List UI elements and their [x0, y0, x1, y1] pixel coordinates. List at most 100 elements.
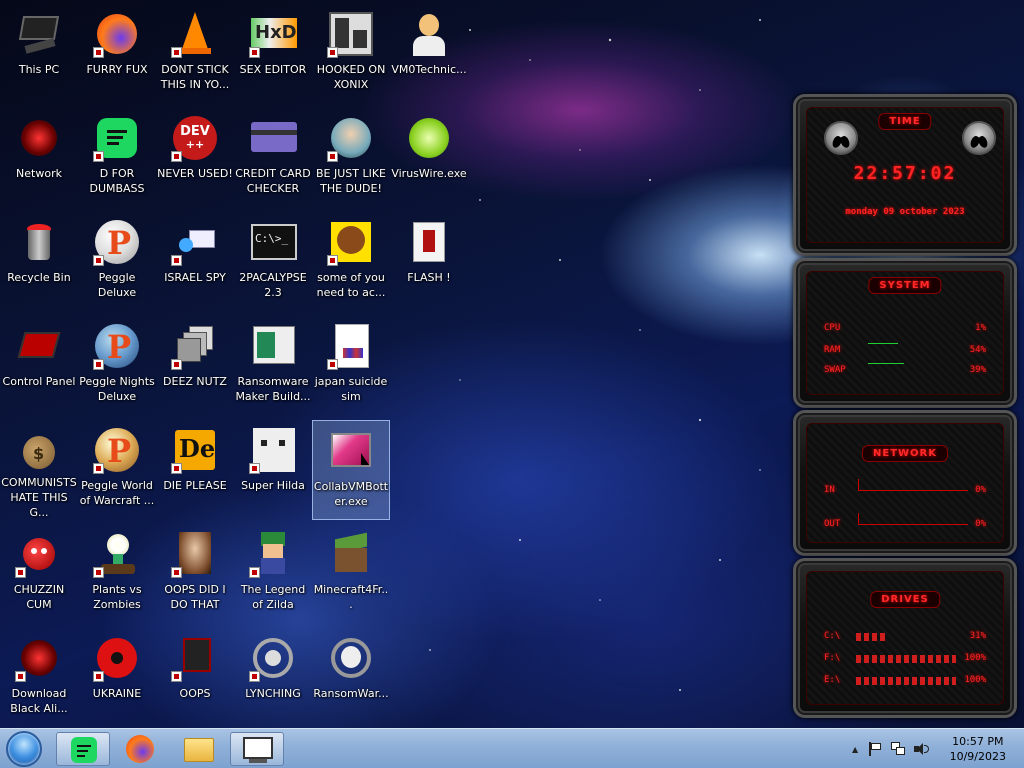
desktop-icon-peggle-wow[interactable]: P Peggle World of Warcraft ...	[78, 420, 156, 520]
cpu-label: CPU	[824, 323, 841, 333]
desktop-icon-oops-did-i[interactable]: OOPS DID I DO THAT	[156, 524, 234, 624]
xonix-icon	[327, 10, 375, 58]
desktop-icon-furry-fux[interactable]: FURRY FUX	[78, 4, 156, 104]
taskbar-spotify-button[interactable]	[56, 732, 110, 766]
icon-label: Plants vs Zombies	[92, 583, 142, 611]
network-tray-icon[interactable]	[890, 742, 906, 756]
desktop-icon-hooked-on-xonix[interactable]: HOOKED ON XONIX	[312, 4, 390, 104]
network-out-value: 0%	[975, 519, 986, 529]
icon-label: This PC	[18, 63, 60, 76]
icon-label: Recycle Bin	[7, 271, 71, 284]
icon-label: Peggle Deluxe	[97, 271, 137, 299]
taskbar-remote-app-button[interactable]	[230, 732, 284, 766]
icon-label: Minecraft4Fr...	[313, 583, 389, 611]
icon-label: D FOR DUMBASS	[89, 167, 145, 195]
desktop-icon-oops[interactable]: OOPS	[156, 628, 234, 728]
desktop-icon-network[interactable]: Network	[0, 108, 78, 208]
radiation-icon	[93, 634, 141, 682]
volume-icon[interactable]	[914, 742, 930, 756]
icon-label: VM0Technic...	[391, 63, 467, 76]
de-badge-text: De	[179, 434, 216, 463]
desktop-icon-deez-nutz[interactable]: DEEZ NUTZ	[156, 316, 234, 416]
icon-label: Ransomware Maker Build...	[235, 375, 311, 403]
drive-c-value: 31%	[969, 631, 986, 641]
desktop-icon-super-hilda[interactable]: Super Hilda	[234, 420, 312, 520]
grass-block-icon	[327, 530, 375, 578]
dog-icon	[327, 218, 375, 266]
desktop-icon-sex-editor[interactable]: HxD SEX EDITOR	[234, 4, 312, 104]
desktop-icon-chuzzin[interactable]: CHUZZIN CUM	[0, 524, 78, 624]
desktop-icon-control-panel[interactable]: Control Panel	[0, 316, 78, 416]
desktop-icon-lynching[interactable]: LYNCHING	[234, 628, 312, 728]
desktop-icon-collabvmbotter[interactable]: CollabVMBott er.exe	[312, 420, 390, 520]
clock-time: 10:57 PM	[952, 735, 1004, 748]
time-gadget-title: TIME	[878, 113, 932, 130]
icon-label: OOPS	[179, 687, 211, 700]
desktop-icon-minecraft[interactable]: Minecraft4Fr...	[312, 524, 390, 624]
alien-head-icon	[962, 121, 996, 155]
desktop-icon-recycle-bin[interactable]: Recycle Bin	[0, 212, 78, 312]
icon-label: DIE PLEASE	[163, 479, 227, 492]
system-tray: ▲	[852, 729, 930, 768]
folder-icon	[184, 738, 214, 762]
cpu-value: 1%	[975, 323, 986, 333]
desktop-icon-never-used[interactable]: DEV ++ NEVER USED!	[156, 108, 234, 208]
desktop-icon-credit-card-checker[interactable]: CREDIT CARD CHECKER	[234, 108, 312, 208]
desktop-icon-die-please[interactable]: De DIE PLEASE	[156, 420, 234, 520]
mouse-cursor-icon	[361, 453, 369, 465]
taskbar-explorer-button[interactable]	[172, 732, 226, 766]
desktop-icon-d-for-dumbass[interactable]: D FOR DUMBASS	[78, 108, 156, 208]
desktop-icon-flash[interactable]: FLASH !	[390, 212, 468, 312]
desktop-icon-be-just-like-the-dude[interactable]: BE JUST LIKE THE DUDE!	[312, 108, 390, 208]
money-bag-icon: $	[15, 426, 63, 471]
desktop-icon-ukraine[interactable]: UKRAINE	[78, 628, 156, 728]
desktop-icon-viruswire[interactable]: VirusWire.exe	[390, 108, 468, 208]
flash-document-icon	[405, 218, 453, 266]
desktop-icon-some-of-you[interactable]: some of you need to ac...	[312, 212, 390, 312]
desktop-icon-2pacalypse[interactable]: C:\>_ 2PACALYPSE 2.3	[234, 212, 312, 312]
tray-chevron-icon[interactable]: ▲	[852, 745, 858, 754]
peggle-icon: P	[93, 218, 141, 266]
flag-icon[interactable]	[868, 742, 882, 756]
network-out-label: OUT	[824, 519, 841, 529]
network-out-row: OUT 0%	[824, 519, 986, 529]
desktop-icon-download-black-alien[interactable]: Download Black Ali...	[0, 628, 78, 728]
network-gadget[interactable]: NETWORK IN 0% OUT 0%	[793, 410, 1017, 556]
desktop-icon-ransomwar[interactable]: RansomWar...	[312, 628, 390, 728]
icon-label: japan suicide sim	[314, 375, 388, 403]
icon-label: COMMUNISTS HATE THIS G...	[1, 476, 77, 519]
desktop-icon-japan-suicide-sim[interactable]: japan suicide sim	[312, 316, 390, 416]
drive-c-label: C:\	[824, 631, 841, 641]
taskbar-firefox-button[interactable]	[114, 732, 168, 766]
drive-e-label: E:\	[824, 675, 841, 685]
system-gadget[interactable]: SYSTEM CPU 1% RAM 54% SWAP 39%	[793, 258, 1017, 408]
desktop-icon-this-pc[interactable]: This PC	[0, 4, 78, 104]
desktop-icon-peggle-nights[interactable]: P Peggle Nights Deluxe	[78, 316, 156, 416]
elf-face-icon	[327, 114, 375, 162]
network-in-row: IN 0%	[824, 485, 986, 495]
icon-label: some of you need to ac...	[316, 271, 386, 299]
start-button[interactable]	[6, 731, 42, 767]
pixel-character-icon	[249, 426, 297, 474]
icon-label: DONT STICK THIS IN YO...	[160, 63, 230, 91]
swap-value: 39%	[969, 365, 986, 375]
icon-label: BE JUST LIKE THE DUDE!	[315, 167, 387, 195]
icon-label: CHUZZIN CUM	[13, 583, 65, 611]
desktop-icon-plants-vs-zombies[interactable]: Plants vs Zombies	[78, 524, 156, 624]
desktop-icon-dont-stick[interactable]: DONT STICK THIS IN YO...	[156, 4, 234, 104]
time-gadget[interactable]: TIME 22:57:02 monday 09 october 2023	[793, 94, 1017, 256]
desktop-icon-communists[interactable]: $ COMMUNISTS HATE THIS G...	[0, 420, 78, 520]
recycle-bin-icon	[15, 218, 63, 266]
desktop-icon-vm0technic[interactable]: VM0Technic...	[390, 4, 468, 104]
drives-gadget[interactable]: DRIVES C:\ 31% F:\ 100% E:\ 100%	[793, 558, 1017, 718]
ram-value: 54%	[969, 345, 986, 355]
control-panel-icon	[15, 322, 63, 370]
firefox-icon	[126, 735, 154, 763]
desktop-icon-israel-spy[interactable]: ISRAEL SPY	[156, 212, 234, 312]
peggle-nights-icon: P	[93, 322, 141, 370]
icon-label: RansomWar...	[313, 687, 389, 700]
desktop-icon-ransomware-maker[interactable]: Ransomware Maker Build...	[234, 316, 312, 416]
desktop-icon-peggle-deluxe[interactable]: P Peggle Deluxe	[78, 212, 156, 312]
desktop-icon-legend-of-zilda[interactable]: The Legend of Zilda	[234, 524, 312, 624]
taskbar-clock[interactable]: 10:57 PM 10/9/2023	[950, 734, 1006, 764]
